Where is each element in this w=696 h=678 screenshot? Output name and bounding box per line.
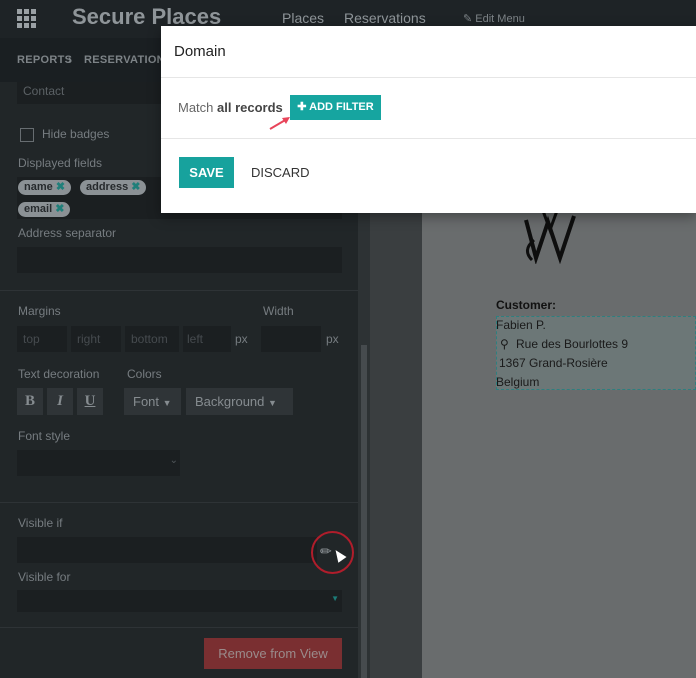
background-color-dropdown[interactable]: Background ▼ bbox=[186, 388, 293, 415]
text-decoration-label: Text decoration bbox=[18, 367, 100, 381]
width-unit: px bbox=[326, 332, 339, 346]
margin-right-input[interactable]: right bbox=[71, 326, 121, 352]
font-color-label: Font bbox=[133, 394, 160, 409]
remove-tag-icon[interactable]: ✖ bbox=[56, 181, 65, 193]
field-tag-label: address bbox=[86, 181, 129, 193]
italic-button[interactable]: I bbox=[47, 388, 73, 415]
address-city: 1367 Grand-Rosière bbox=[499, 356, 608, 370]
remove-from-view-button[interactable]: Remove from View bbox=[204, 638, 342, 669]
section-divider bbox=[0, 502, 358, 503]
chevron-down-icon: ⌄ bbox=[169, 455, 178, 466]
dialog-divider bbox=[161, 77, 696, 78]
sidebar-scroll-thumb[interactable] bbox=[361, 345, 367, 678]
plus-icon: ✚ bbox=[297, 101, 307, 113]
breadcrumb-reports[interactable]: REPORTS bbox=[17, 54, 72, 66]
margin-left-placeholder: left bbox=[187, 332, 204, 346]
pencil-icon: ✎ bbox=[463, 13, 473, 25]
discard-button[interactable]: DISCARD bbox=[251, 157, 311, 188]
dialog-title: Domain bbox=[174, 43, 226, 60]
field-tag-address: address ✖ bbox=[80, 180, 147, 195]
colors-label: Colors bbox=[127, 367, 162, 381]
field-tag-label: name bbox=[24, 181, 53, 193]
remove-tag-icon[interactable]: ✖ bbox=[131, 181, 140, 193]
field-tag-email: email ✖ bbox=[18, 202, 71, 217]
address-separator-input[interactable] bbox=[17, 247, 342, 273]
margin-left-input[interactable]: left bbox=[183, 326, 231, 352]
bold-button[interactable]: B bbox=[17, 388, 43, 415]
add-filter-label: ADD FILTER bbox=[309, 101, 374, 113]
background-color-label: Background bbox=[195, 394, 265, 409]
font-style-label: Font style bbox=[18, 429, 71, 443]
width-input[interactable] bbox=[261, 326, 321, 352]
nav-item-places[interactable]: Places bbox=[282, 10, 324, 26]
field-tag-name: name ✖ bbox=[18, 180, 72, 195]
customer-heading: Customer: bbox=[496, 298, 557, 312]
hide-badges-checkbox[interactable] bbox=[20, 128, 34, 142]
visible-if-label: Visible if bbox=[18, 516, 63, 530]
width-label: Width bbox=[263, 304, 294, 318]
margin-bottom-placeholder: bottom bbox=[131, 332, 168, 346]
caret-down-icon: ▼ bbox=[331, 594, 339, 603]
visible-for-label: Visible for bbox=[18, 570, 71, 584]
dialog-footer-divider bbox=[161, 138, 696, 139]
address-separator-label: Address separator bbox=[18, 226, 117, 240]
contact-field-value: Contact bbox=[23, 84, 65, 98]
match-prefix: Match bbox=[178, 100, 214, 115]
match-scope: all records bbox=[217, 100, 283, 115]
visible-if-input[interactable] bbox=[17, 537, 317, 563]
remove-tag-icon[interactable]: ✖ bbox=[55, 203, 64, 215]
font-color-dropdown[interactable]: Font ▼ bbox=[124, 388, 181, 415]
edit-menu-label: Edit Menu bbox=[475, 13, 525, 25]
pointer-arrow-icon bbox=[269, 117, 290, 130]
save-button[interactable]: SAVE bbox=[179, 157, 234, 188]
breadcrumb-reservations[interactable]: RESERVATIONS bbox=[84, 54, 173, 66]
caret-down-icon: ▼ bbox=[162, 398, 172, 408]
margin-top-placeholder: top bbox=[23, 332, 40, 346]
margin-unit: px bbox=[235, 332, 248, 346]
nav-item-reservations[interactable]: Reservations bbox=[344, 10, 426, 26]
displayed-fields-label: Displayed fields bbox=[18, 156, 103, 170]
address-street: Rue des Bourlottes 9 bbox=[516, 337, 629, 351]
margins-label: Margins bbox=[18, 304, 61, 318]
font-style-select[interactable]: ⌄ bbox=[17, 450, 180, 476]
map-marker-icon: ⚲ bbox=[500, 337, 509, 351]
margin-top-input[interactable]: top bbox=[17, 326, 67, 352]
domain-dialog: Domain Match all records ✚ ADD FILTER SA… bbox=[161, 26, 696, 213]
match-records-text: Match all records bbox=[178, 100, 283, 115]
caret-down-icon: ▼ bbox=[268, 398, 277, 408]
address-name: Fabien P. bbox=[496, 318, 546, 332]
margin-bottom-input[interactable]: bottom bbox=[125, 326, 179, 352]
margin-right-placeholder: right bbox=[77, 332, 101, 346]
breadcrumb-separator-icon: › bbox=[68, 54, 72, 66]
add-filter-button[interactable]: ✚ ADD FILTER bbox=[290, 95, 381, 120]
section-divider bbox=[0, 627, 358, 628]
edit-menu-link[interactable]: ✎ Edit Menu bbox=[463, 12, 525, 25]
hide-badges-label: Hide badges bbox=[42, 127, 110, 141]
section-divider bbox=[0, 290, 358, 291]
field-tag-label: email bbox=[24, 203, 53, 215]
visible-for-select[interactable]: ▼ bbox=[17, 590, 342, 612]
apps-grid-icon[interactable] bbox=[17, 9, 37, 28]
underline-button[interactable]: U bbox=[77, 388, 103, 415]
address-country: Belgium bbox=[496, 375, 540, 389]
